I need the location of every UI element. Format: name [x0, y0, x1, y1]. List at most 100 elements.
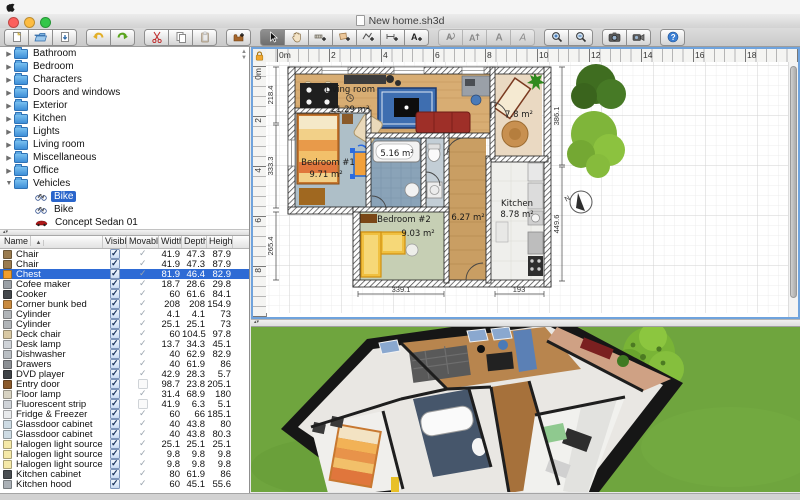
catalog-list-splitter[interactable]: ▴▾ — [0, 229, 249, 236]
rotate-text-style-button[interactable]: A — [438, 29, 463, 46]
column-header-name[interactable]: Name ▲ — [0, 236, 103, 248]
table-row[interactable]: DVD player 42.9 28.3 5.7 — [0, 369, 249, 379]
movable-checkbox[interactable] — [139, 270, 147, 278]
create-polylines-tool-button[interactable] — [357, 29, 381, 46]
movable-checkbox[interactable] — [139, 440, 147, 448]
movable-checkbox[interactable] — [139, 280, 147, 288]
view-3d[interactable] — [251, 327, 800, 492]
table-row[interactable]: Kitchen hood 60 45.1 55.6 — [0, 479, 249, 489]
room-label-bedroom1[interactable]: Bedroom #1 — [301, 158, 355, 168]
disclosure-triangle-icon[interactable] — [4, 102, 14, 110]
table-row[interactable]: Chair 41.9 47.3 87.9 — [0, 249, 249, 259]
room-area-bathroom[interactable]: 5.16 m² — [380, 149, 413, 159]
select-tool-button[interactable] — [260, 29, 285, 46]
table-row[interactable]: Cofee maker 18.7 28.6 29.8 — [0, 279, 249, 289]
table-row[interactable]: Glassdoor cabinet 40 43.8 80.3 — [0, 429, 249, 439]
table-row[interactable]: Corner bunk bed 208 208 154.9 — [0, 299, 249, 309]
undo-button[interactable] — [86, 29, 111, 46]
zoom-in-button[interactable] — [544, 29, 569, 46]
disclosure-triangle-icon[interactable] — [4, 76, 14, 84]
column-header-movable[interactable]: Movable — [127, 236, 159, 248]
movable-checkbox[interactable] — [139, 450, 147, 458]
catalog-category[interactable]: Vehicles — [0, 177, 249, 190]
tv-bench[interactable] — [344, 75, 386, 84]
movable-checkbox[interactable] — [139, 330, 147, 338]
create-rooms-tool-button[interactable] — [333, 29, 357, 46]
disclosure-triangle-icon[interactable] — [4, 154, 14, 162]
copy-button[interactable] — [169, 29, 193, 46]
movable-checkbox[interactable] — [139, 370, 147, 378]
save-button[interactable] — [53, 29, 77, 46]
movable-checkbox[interactable] — [139, 320, 147, 328]
table-row[interactable]: Cylinder 4.1 4.1 73 — [0, 309, 249, 319]
column-header-depth[interactable]: Depth — [182, 236, 207, 248]
plan-3d-splitter[interactable]: ▴▾ — [251, 319, 800, 327]
catalog-category[interactable]: Kitchen — [0, 112, 249, 125]
open-button[interactable] — [29, 29, 53, 46]
help-button[interactable]: ? — [660, 29, 685, 46]
catalog-category[interactable]: Bathroom — [0, 47, 249, 60]
sink[interactable] — [405, 183, 419, 197]
italic-style-button[interactable]: A — [511, 29, 535, 46]
movable-checkbox[interactable] — [139, 460, 147, 468]
table-row[interactable]: Cooker 60 61.6 84.1 — [0, 289, 249, 299]
table-row[interactable]: Floor lamp 31.4 68.9 180 — [0, 389, 249, 399]
movable-checkbox[interactable] — [139, 430, 147, 438]
catalog-category[interactable]: Living room — [0, 138, 249, 151]
create-video-button[interactable] — [627, 29, 651, 46]
table-row[interactable]: Halogen light source 9.8 9.8 9.8 — [0, 459, 249, 469]
elevate-text-style-button[interactable]: A — [463, 29, 487, 46]
table-row[interactable]: Chair 41.9 47.3 87.9 — [0, 259, 249, 269]
disclosure-triangle-icon[interactable] — [4, 89, 14, 97]
catalog-item[interactable]: Bike — [0, 190, 249, 203]
disclosure-triangle-icon[interactable] — [4, 141, 14, 149]
movable-checkbox[interactable] — [139, 350, 147, 358]
disclosure-triangle-icon[interactable] — [4, 63, 14, 71]
room-label-kitchen[interactable]: Kitchen — [501, 199, 533, 209]
table-row[interactable]: Kitchen cabinet 80 61.9 86 — [0, 469, 249, 479]
bedside-table[interactable] — [342, 114, 353, 124]
table-row[interactable]: Entry door 98.7 23.8 205.1 — [0, 379, 249, 389]
catalog-category[interactable]: Lights — [0, 125, 249, 138]
column-header-width[interactable]: Width — [159, 236, 182, 248]
paste-button[interactable] — [193, 29, 217, 46]
cut-button[interactable] — [144, 29, 169, 46]
disclosure-triangle-icon[interactable] — [4, 180, 14, 187]
table-row[interactable]: Fridge & Freezer 60 66 185.1 — [0, 409, 249, 419]
movable-checkbox[interactable] — [139, 480, 147, 488]
table-row[interactable]: Deck chair 60 104.5 97.8 — [0, 329, 249, 339]
catalog-category[interactable]: Miscellaneous — [0, 151, 249, 164]
catalog-category[interactable]: Characters — [0, 73, 249, 86]
catalog-item[interactable]: Bike — [0, 203, 249, 216]
catalog-category[interactable]: Doors and windows — [0, 86, 249, 99]
movable-checkbox[interactable] — [139, 420, 147, 428]
apple-menu-icon[interactable] — [0, 1, 20, 14]
plan-canvas[interactable]: N 218.4 333.3 265.4 386.1 4 — [266, 62, 794, 313]
movable-checkbox[interactable] — [139, 470, 147, 478]
zoom-out-button[interactable] — [569, 29, 593, 46]
table-row[interactable]: Desk lamp 13.7 34.3 45.1 — [0, 339, 249, 349]
create-photo-button[interactable] — [602, 29, 627, 46]
movable-checkbox[interactable] — [139, 340, 147, 348]
table-row[interactable]: Chest 81.9 46.4 82.9 — [0, 269, 249, 279]
redo-button[interactable] — [111, 29, 135, 46]
bold-style-button[interactable]: A — [487, 29, 511, 46]
catalog-category[interactable]: Exterior — [0, 99, 249, 112]
disclosure-triangle-icon[interactable] — [4, 50, 14, 58]
column-header-visible[interactable]: Visible — [103, 236, 127, 248]
movable-checkbox[interactable] — [139, 410, 147, 418]
document-proxy-icon[interactable] — [356, 15, 365, 26]
room-area-hall[interactable]: 6.27 m² — [451, 213, 484, 223]
table-row[interactable]: Fluorescent strip 41.9 6.3 5.1 — [0, 399, 249, 409]
movable-checkbox[interactable] — [139, 360, 147, 368]
tree-scrollbar[interactable]: ▲▼ — [240, 49, 248, 61]
column-header-height[interactable]: Height — [207, 236, 233, 248]
bedroom1-rug[interactable] — [299, 188, 325, 205]
disclosure-triangle-icon[interactable] — [4, 128, 14, 136]
movable-checkbox[interactable] — [139, 250, 147, 258]
table-row[interactable]: Glassdoor cabinet 40 43.8 80 — [0, 419, 249, 429]
table-row[interactable]: Halogen light source 25.1 25.1 25.1 — [0, 439, 249, 449]
disclosure-triangle-icon[interactable] — [4, 115, 14, 123]
table-row[interactable]: Dishwasher 40 62.9 82.9 — [0, 349, 249, 359]
plan-vertical-scrollbar[interactable] — [788, 62, 798, 317]
